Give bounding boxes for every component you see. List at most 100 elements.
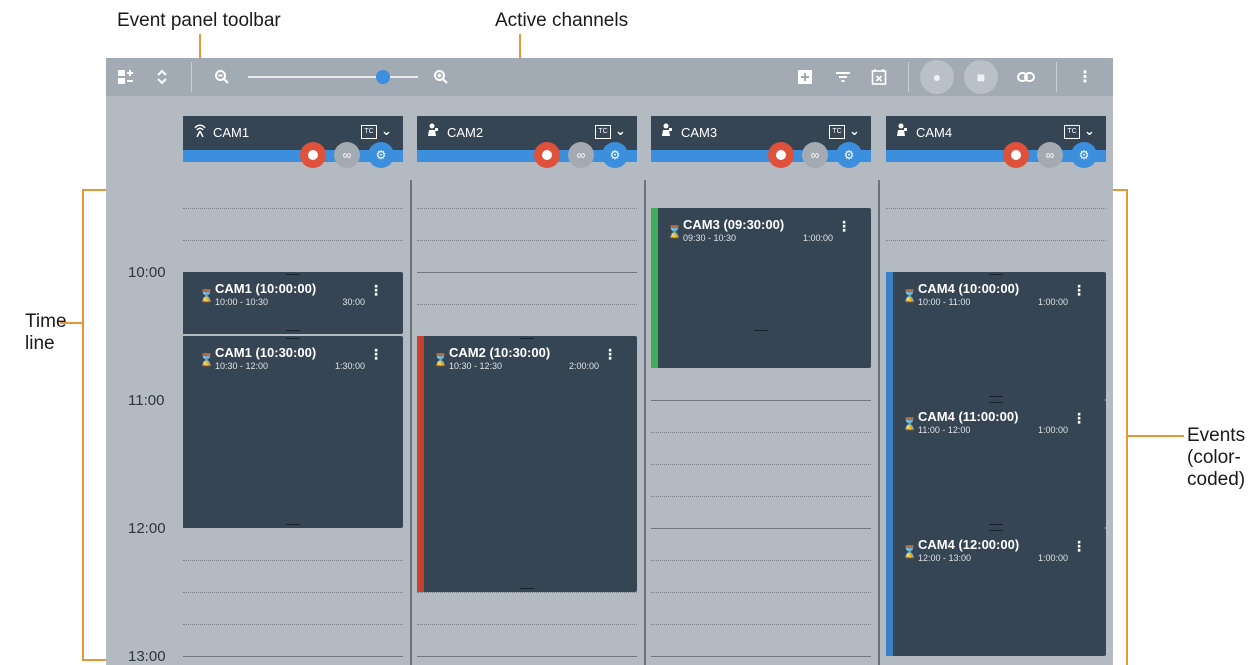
event-duration: 1:30:00 <box>334 361 365 371</box>
event-block[interactable]: ⌛ CAM1 (10:30:00) 10:30 - 12:00 1:30:00 … <box>183 336 403 528</box>
record-button[interactable] <box>300 142 326 168</box>
toolbar-divider <box>908 62 909 92</box>
resize-handle[interactable] <box>286 338 300 339</box>
settings-button[interactable]: ⚙ <box>368 142 394 168</box>
event-color-stripe <box>886 528 893 656</box>
grid-line-quarter <box>183 624 403 625</box>
resize-handle[interactable] <box>989 530 1003 531</box>
event-block[interactable]: ⌛ CAM4 (11:00:00) 11:00 - 12:00 1:00:00 … <box>886 400 1106 528</box>
timecode-toggle[interactable]: TC <box>1064 125 1080 139</box>
callout-channels: Active channels <box>495 10 629 31</box>
more-vertical-icon[interactable]: ⋮ <box>1072 282 1086 299</box>
event-block[interactable]: ⌛ CAM2 (10:30:00) 10:30 - 12:30 2:00:00 … <box>417 336 637 592</box>
resize-handle[interactable] <box>989 274 1003 275</box>
channel-config-icon[interactable] <box>113 64 139 90</box>
zoom-out-icon[interactable] <box>209 64 235 90</box>
time-label: 11:00 <box>128 392 165 409</box>
callout-events-line3: coded) <box>1187 469 1246 490</box>
settings-button[interactable]: ⚙ <box>836 142 862 168</box>
event-duration: 1:00:00 <box>1037 425 1068 435</box>
event-duration: 1:00:00 <box>802 233 833 243</box>
event-time-range: 10:00 - 11:00 <box>918 297 971 307</box>
zoom-in-icon[interactable] <box>428 64 454 90</box>
hourglass-icon: ⌛ <box>902 417 917 431</box>
record-button[interactable] <box>534 142 560 168</box>
event-duration: 30:00 <box>342 297 365 307</box>
hourglass-icon: ⌛ <box>433 353 448 367</box>
link-button[interactable]: ∞ <box>334 142 360 168</box>
time-label: 13:00 <box>128 648 166 665</box>
channel-column-divider <box>878 180 880 665</box>
event-title: CAM4 (11:00:00) <box>918 409 1019 424</box>
grid-line-hour <box>651 656 871 657</box>
resize-handle[interactable] <box>989 524 1003 525</box>
grid-line-quarter <box>183 208 403 209</box>
toolbar-divider <box>1056 62 1057 92</box>
zoom-slider-track[interactable] <box>248 76 418 78</box>
more-vertical-icon[interactable]: ⋮ <box>369 282 383 299</box>
grid-line-quarter <box>417 624 637 625</box>
playout-group-icon[interactable]: ■ <box>964 60 998 94</box>
timecode-toggle[interactable]: TC <box>829 125 845 139</box>
channel-header-cam4[interactable]: CAM4 TC ⌄ ∞ ⚙ <box>886 116 1106 168</box>
resize-handle[interactable] <box>520 338 534 339</box>
add-event-icon[interactable] <box>792 64 818 90</box>
channel-header-cam1[interactable]: CAM1 TC ⌄ ∞ ⚙ <box>183 116 403 168</box>
grid-line-quarter <box>417 208 637 209</box>
grid-line-quarter <box>183 240 403 241</box>
grid-line-quarter <box>651 464 871 465</box>
resize-handle[interactable] <box>754 330 768 331</box>
channel-name: CAM4 <box>916 125 953 140</box>
hourglass-icon: ⌛ <box>902 545 917 559</box>
channel-header-cam2[interactable]: CAM2 TC ⌄ ∞ ⚙ <box>417 116 637 168</box>
record-button[interactable] <box>768 142 794 168</box>
chevron-down-icon[interactable]: ⌄ <box>615 123 626 139</box>
grid-line-quarter <box>417 240 637 241</box>
record-icon <box>1011 150 1021 160</box>
resize-handle[interactable] <box>989 402 1003 403</box>
more-vertical-icon[interactable]: ⋮ <box>1072 538 1086 555</box>
event-block[interactable]: ⌛ CAM4 (10:00:00) 10:00 - 11:00 1:00:00 … <box>886 272 1106 400</box>
settings-button[interactable]: ⚙ <box>1071 142 1097 168</box>
event-title: CAM1 (10:00:00) <box>215 281 317 296</box>
more-vertical-icon[interactable]: ⋮ <box>603 346 617 363</box>
record-button[interactable] <box>1003 142 1029 168</box>
event-duration: 1:00:00 <box>1037 297 1068 307</box>
resize-handle[interactable] <box>286 274 300 275</box>
channel-header-cam3[interactable]: CAM3 TC ⌄ ∞ ⚙ <box>651 116 871 168</box>
event-color-stripe <box>183 272 190 334</box>
event-block[interactable]: ⌛ CAM1 (10:00:00) 10:00 - 10:30 30:00 ⋮ <box>183 272 403 334</box>
more-vertical-icon[interactable]: ⋮ <box>369 346 383 363</box>
event-block[interactable]: ⌛ CAM3 (09:30:00) 09:30 - 10:30 1:00:00 … <box>651 208 871 368</box>
link-button[interactable]: ∞ <box>802 142 828 168</box>
chevron-down-icon[interactable]: ⌄ <box>381 123 392 139</box>
timecode-toggle[interactable]: TC <box>361 125 377 139</box>
expand-collapse-icon[interactable] <box>149 64 175 90</box>
link-icon[interactable] <box>1013 64 1039 90</box>
grid-line-hour <box>651 528 871 529</box>
record-icon <box>542 150 552 160</box>
settings-button[interactable]: ⚙ <box>602 142 628 168</box>
channel-name: CAM2 <box>447 125 484 140</box>
timecode-toggle[interactable]: TC <box>595 125 611 139</box>
resize-handle[interactable] <box>286 330 300 331</box>
filter-icon[interactable] <box>830 64 856 90</box>
more-vertical-icon[interactable]: ⋮ <box>1072 64 1098 90</box>
clear-schedule-icon[interactable] <box>866 64 892 90</box>
chevron-down-icon[interactable]: ⌄ <box>849 123 860 139</box>
resize-handle[interactable] <box>989 396 1003 397</box>
event-block[interactable]: ⌛ CAM4 (12:00:00) 12:00 - 13:00 1:00:00 … <box>886 528 1106 656</box>
time-label: 10:00 <box>128 264 166 281</box>
event-color-stripe <box>886 272 893 400</box>
resize-handle[interactable] <box>520 588 534 589</box>
callout-events-line2: (color- <box>1187 447 1241 468</box>
link-button[interactable]: ∞ <box>568 142 594 168</box>
zoom-slider-handle[interactable] <box>376 70 390 84</box>
chevron-down-icon[interactable]: ⌄ <box>1084 123 1095 139</box>
link-button[interactable]: ∞ <box>1037 142 1063 168</box>
resize-handle[interactable] <box>286 524 300 525</box>
more-vertical-icon[interactable]: ⋮ <box>837 218 851 235</box>
record-group-icon[interactable]: ● <box>920 60 954 94</box>
event-time-range: 10:30 - 12:30 <box>449 361 503 371</box>
more-vertical-icon[interactable]: ⋮ <box>1072 410 1086 427</box>
